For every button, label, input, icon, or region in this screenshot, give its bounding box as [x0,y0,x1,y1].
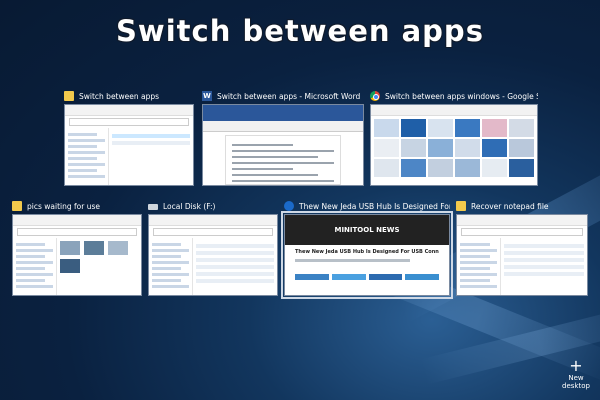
window-title: Local Disk (F:) [163,201,216,211]
news-headline: Thew New Jeda USB Hub Is Designed For US… [295,249,439,255]
window-title: Switch between apps [79,91,160,101]
window-thumbnail[interactable] [148,214,278,296]
window-card-recover-notepad-file[interactable]: Recover notepad file [456,198,588,296]
window-title-bar: Switch between apps [64,88,194,104]
window-card-switch-between-apps[interactable]: Switch between apps [64,88,194,186]
window-title: Thew New Jeda USB Hub Is Designed For US… [299,201,450,211]
window-card-jeda-usb-hub[interactable]: Thew New Jeda USB Hub Is Designed For US… [281,198,453,299]
window-title: Recover notepad file [471,201,549,211]
window-title-bar: Local Disk (F:) [148,198,278,214]
drive-icon [148,204,158,210]
window-thumbnail[interactable] [370,104,538,186]
folder-icon [12,201,22,211]
window-title-bar: W Switch between apps - Microsoft Word [202,88,364,104]
window-title: Switch between apps windows - Google Sea… [385,91,538,101]
window-card-local-disk[interactable]: Local Disk (F:) [148,198,278,296]
window-card-pics-waiting-for-use[interactable]: pics waiting for use [12,198,142,296]
new-desktop-button[interactable]: + New desktop [556,356,596,391]
news-brand: MINITOOL NEWS [334,226,400,234]
window-thumbnail[interactable] [12,214,142,296]
folder-icon [456,201,466,211]
window-title-bar: Recover notepad file [456,198,588,214]
window-card-microsoft-word[interactable]: W Switch between apps - Microsoft Word [202,88,364,186]
window-title-bar: Thew New Jeda USB Hub Is Designed For US… [284,198,450,214]
folder-icon [64,91,74,101]
window-thumbnail[interactable] [456,214,588,296]
window-title: pics waiting for use [27,201,100,211]
window-card-google-search[interactable]: Switch between apps windows - Google Sea… [370,88,538,186]
word-icon: W [202,91,212,101]
plus-icon: + [569,356,583,375]
chrome-icon [370,91,380,101]
window-title: Switch between apps - Microsoft Word [217,91,361,101]
edge-icon [284,201,294,211]
window-thumbnail[interactable] [64,104,194,186]
new-desktop-label: New desktop [562,374,590,390]
window-title-bar: Switch between apps windows - Google Sea… [370,88,538,104]
page-title: Switch between apps [116,14,484,48]
window-thumbnail[interactable]: MINITOOL NEWS Thew New Jeda USB Hub Is D… [281,211,453,299]
window-thumbnail[interactable] [202,104,364,186]
window-title-bar: pics waiting for use [12,198,142,214]
